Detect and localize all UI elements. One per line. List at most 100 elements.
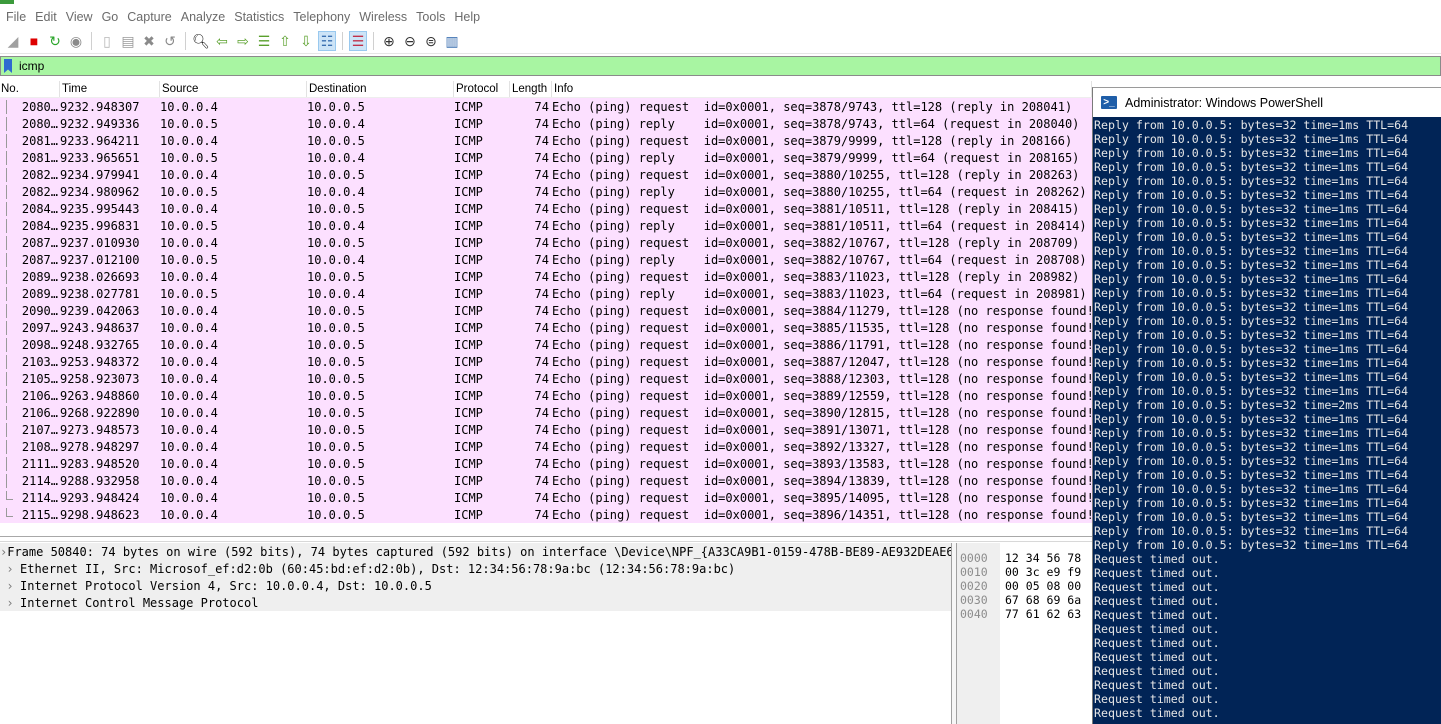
- zoom-in-icon[interactable]: ⊕: [380, 31, 398, 51]
- go-forward-icon[interactable]: ⇨: [234, 31, 252, 51]
- restart-capture-icon[interactable]: ↻: [46, 31, 64, 51]
- column-header-time[interactable]: Time: [60, 81, 160, 97]
- packet-row[interactable]: 2106… 9263.948860 10.0.0.4 10.0.0.5 ICMP 74 Ec…: [0, 387, 1092, 404]
- hex-row[interactable]: 0000 12 34 56 78: [957, 551, 1081, 565]
- menu-telephony[interactable]: Telephony: [291, 10, 357, 24]
- powershell-window[interactable]: >_ Administrator: Windows PowerShell Rep…: [1092, 87, 1441, 724]
- column-header-source[interactable]: Source: [160, 81, 307, 97]
- menubar: File Edit View Go Capture Analyze Statistics Te…: [0, 7, 1441, 27]
- menu-analyze[interactable]: Analyze: [179, 10, 232, 24]
- menu-file[interactable]: File: [4, 10, 33, 24]
- auto-scroll-icon[interactable]: ☷: [318, 30, 336, 51]
- hex-row[interactable]: 0010 00 3c e9 f9: [957, 565, 1081, 579]
- stop-capture-icon[interactable]: ■: [25, 31, 43, 51]
- console-line: Reply from 10.0.0.5: bytes=32 time=1ms T…: [1094, 482, 1409, 496]
- packet-row[interactable]: 2087… 9237.010930 10.0.0.4 10.0.0.5 ICMP 74 Ec…: [0, 234, 1092, 251]
- menu-capture[interactable]: Capture: [125, 10, 178, 24]
- reload-file-icon[interactable]: ↺: [161, 31, 179, 51]
- menu-edit[interactable]: Edit: [33, 10, 64, 24]
- console-line: Request timed out.: [1094, 650, 1220, 664]
- packet-row[interactable]: 2114… 9288.932958 10.0.0.4 10.0.0.5 ICMP 74 Ec…: [0, 472, 1092, 489]
- hex-row[interactable]: 0020 00 05 08 00: [957, 579, 1081, 593]
- detail-tree-item[interactable]: › Internet Protocol Version 4, Src: 10.0.…: [0, 577, 951, 594]
- hex-row[interactable]: 0040 77 61 62 63: [957, 607, 1081, 621]
- packet-protocol: ICMP: [454, 405, 483, 420]
- packet-length: 74: [534, 439, 549, 454]
- expand-chevron-icon[interactable]: ›: [0, 579, 20, 593]
- find-packet-icon[interactable]: 🔍︎: [192, 31, 210, 51]
- zoom-out-icon[interactable]: ⊖: [401, 31, 419, 51]
- packet-row[interactable]: 2114… 9293.948424 10.0.0.4 10.0.0.5 ICMP 74 Ec…: [0, 489, 1092, 506]
- go-back-icon[interactable]: ⇦: [213, 31, 231, 51]
- packet-row[interactable]: 2080… 9232.948307 10.0.0.4 10.0.0.5 ICMP 74 Ec…: [0, 98, 1092, 115]
- close-file-icon[interactable]: ✖: [140, 31, 158, 51]
- expand-chevron-icon[interactable]: ›: [0, 596, 20, 610]
- packet-row[interactable]: 2084… 9235.995443 10.0.0.4 10.0.0.5 ICMP 74 Ec…: [0, 200, 1092, 217]
- packet-row[interactable]: 2081… 9233.964211 10.0.0.4 10.0.0.5 ICMP 74 Ec…: [0, 132, 1092, 149]
- save-file-icon[interactable]: ▤: [119, 31, 137, 51]
- menu-tools[interactable]: Tools: [414, 10, 452, 24]
- go-first-packet-icon[interactable]: ⇧: [276, 31, 294, 51]
- go-last-packet-icon[interactable]: ⇩: [297, 31, 315, 51]
- normal-size-icon[interactable]: ⊜: [422, 31, 440, 51]
- packet-row[interactable]: 2081… 9233.965651 10.0.0.5 10.0.0.4 ICMP 74 Ec…: [0, 149, 1092, 166]
- console-line: Reply from 10.0.0.5: bytes=32 time=1ms T…: [1094, 118, 1409, 132]
- colorize-icon[interactable]: ☰: [349, 30, 367, 51]
- related-packet-indicator: [6, 201, 7, 216]
- packet-row[interactable]: 2089… 9238.026693 10.0.0.4 10.0.0.5 ICMP 74 Ec…: [0, 268, 1092, 285]
- packet-row[interactable]: 2115… 9298.948623 10.0.0.4 10.0.0.5 ICMP 74 Ec…: [0, 506, 1092, 523]
- packet-row[interactable]: 2080… 9232.949336 10.0.0.5 10.0.0.4 ICMP 74 Ec…: [0, 115, 1092, 132]
- powershell-console[interactable]: Reply from 10.0.0.5: bytes=32 time=1ms T…: [1093, 117, 1441, 720]
- packet-row[interactable]: 2090… 9239.042063 10.0.0.4 10.0.0.5 ICMP 74 Ec…: [0, 302, 1092, 319]
- packet-row[interactable]: 2097… 9243.948637 10.0.0.4 10.0.0.5 ICMP 74 Ec…: [0, 319, 1092, 336]
- packet-source: 10.0.0.4: [160, 235, 218, 250]
- open-file-icon[interactable]: ▯: [98, 31, 116, 51]
- expand-chevron-icon[interactable]: ›: [0, 562, 20, 576]
- packet-number: 2115…: [0, 507, 60, 522]
- menu-view[interactable]: View: [64, 10, 100, 24]
- column-header-protocol[interactable]: Protocol: [454, 81, 510, 97]
- hex-row[interactable]: 0030 67 68 69 6a: [957, 593, 1081, 607]
- menu-help[interactable]: Help: [452, 10, 487, 24]
- capture-options-icon[interactable]: ◉: [67, 31, 85, 51]
- packet-row[interactable]: 2111… 9283.948520 10.0.0.4 10.0.0.5 ICMP 74 Ec…: [0, 455, 1092, 472]
- packet-info: Echo (ping) request id=0x0001, seq=3889/…: [552, 388, 1092, 403]
- go-to-packet-icon[interactable]: ☰: [255, 31, 273, 51]
- packet-row[interactable]: 2108… 9278.948297 10.0.0.4 10.0.0.5 ICMP 74 Ec…: [0, 438, 1092, 455]
- packet-number: 2090…: [0, 303, 60, 318]
- column-header-destination[interactable]: Destination: [307, 81, 454, 97]
- resize-columns-icon[interactable]: ▥: [443, 31, 461, 51]
- display-filter-input[interactable]: [16, 59, 1416, 73]
- packet-row[interactable]: 2103… 9253.948372 10.0.0.4 10.0.0.5 ICMP 74 Ec…: [0, 353, 1092, 370]
- packet-row[interactable]: 2098… 9248.932765 10.0.0.4 10.0.0.5 ICMP 74 Ec…: [0, 336, 1092, 353]
- packet-row[interactable]: 2089… 9238.027781 10.0.0.5 10.0.0.4 ICMP 74 Ec…: [0, 285, 1092, 302]
- detail-tree-item[interactable]: › Internet Control Message Protocol: [0, 594, 951, 611]
- powershell-titlebar[interactable]: >_ Administrator: Windows PowerShell: [1093, 88, 1441, 117]
- packet-row[interactable]: 2106… 9268.922890 10.0.0.4 10.0.0.5 ICMP 74 Ec…: [0, 404, 1092, 421]
- column-header-length[interactable]: Length: [510, 81, 552, 97]
- packet-row[interactable]: 2082… 9234.980962 10.0.0.5 10.0.0.4 ICMP 74 Ec…: [0, 183, 1092, 200]
- packet-row[interactable]: 2107… 9273.948573 10.0.0.4 10.0.0.5 ICMP 74 Ec…: [0, 421, 1092, 438]
- detail-tree-item[interactable]: › Frame 50840: 74 bytes on wire (592 bits…: [0, 543, 951, 560]
- console-line: Reply from 10.0.0.5: bytes=32 time=1ms T…: [1094, 496, 1409, 510]
- console-line: Reply from 10.0.0.5: bytes=32 time=1ms T…: [1094, 440, 1409, 454]
- packet-row[interactable]: 2082… 9234.979941 10.0.0.4 10.0.0.5 ICMP 74 Ec…: [0, 166, 1092, 183]
- packet-time: 9288.932958: [60, 473, 140, 488]
- menu-statistics[interactable]: Statistics: [232, 10, 291, 24]
- menu-wireless[interactable]: Wireless: [357, 10, 414, 24]
- packet-info: Echo (ping) reply id=0x0001, seq=3881/10…: [552, 218, 1087, 233]
- menu-go[interactable]: Go: [100, 10, 126, 24]
- packet-length: 74: [534, 473, 549, 488]
- packet-protocol: ICMP: [454, 116, 483, 131]
- start-capture-icon[interactable]: ◢: [4, 31, 22, 51]
- packet-row[interactable]: 2087… 9237.012100 10.0.0.5 10.0.0.4 ICMP 74 Ec…: [0, 251, 1092, 268]
- packet-row[interactable]: 2084… 9235.996831 10.0.0.5 10.0.0.4 ICMP 74 Ec…: [0, 217, 1092, 234]
- packet-row[interactable]: 2105… 9258.923073 10.0.0.4 10.0.0.5 ICMP 74 Ec…: [0, 370, 1092, 387]
- bookmark-icon[interactable]: [4, 59, 12, 73]
- pane-splitter[interactable]: [0, 536, 1092, 542]
- column-header-info[interactable]: Info: [552, 81, 1092, 97]
- detail-tree-item[interactable]: › Ethernet II, Src: Microsof_ef:d2:0b (60…: [0, 560, 951, 577]
- expand-chevron-icon[interactable]: ›: [0, 545, 7, 559]
- related-packet-indicator: [6, 388, 7, 403]
- column-header-no[interactable]: No.: [0, 81, 60, 97]
